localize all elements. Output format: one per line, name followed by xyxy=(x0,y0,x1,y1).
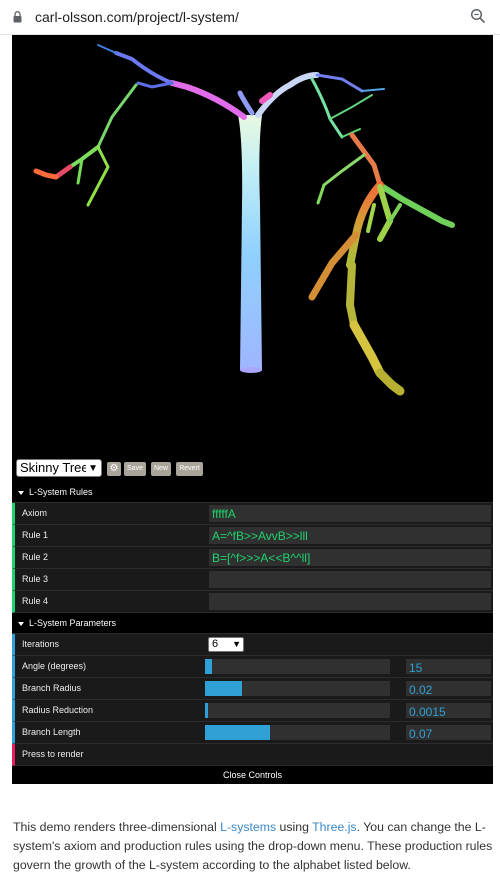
iterations-label: Iterations xyxy=(22,639,60,649)
branch-length-value-input[interactable]: 0.07 xyxy=(406,725,491,741)
rule-row-axiom: Axiom fffffA xyxy=(12,503,493,525)
branch-length-slider[interactable] xyxy=(205,725,390,740)
slider-fill xyxy=(205,725,270,740)
controls-panel: L-System Rules Axiom fffffA Rule 1 A=^fB… xyxy=(12,482,493,784)
browser-address-bar[interactable]: carl-olsson.com/project/l-system/ xyxy=(0,0,500,35)
preset-select[interactable]: Skinny Tree ▼ xyxy=(16,459,102,477)
threejs-link[interactable]: Three.js xyxy=(312,820,356,834)
preset-toolbar: Skinny Tree ▼ ⚙ Save New Revert xyxy=(12,455,493,482)
branch-radius-slider[interactable] xyxy=(205,681,390,696)
params-folder-label: L-System Parameters xyxy=(29,618,117,628)
param-label: Angle (degrees) xyxy=(22,661,87,671)
render-button-label: Press to render xyxy=(22,749,84,759)
rule-label: Rule 4 xyxy=(22,596,49,606)
rule-row-1: Rule 1 A=^fB>>AvvB>>lll xyxy=(12,525,493,547)
angle-slider[interactable] xyxy=(205,659,390,674)
l-system-tree-render xyxy=(33,44,455,396)
rules-folder-title[interactable]: L-System Rules xyxy=(12,482,493,503)
rule-row-4: Rule 4 xyxy=(12,591,493,613)
folder-toggle-icon xyxy=(18,490,24,495)
radius-reduction-slider[interactable] xyxy=(205,703,390,718)
param-label: Branch Radius xyxy=(22,683,82,693)
angle-row: Angle (degrees) 15 xyxy=(12,656,493,678)
rule-label: Rule 2 xyxy=(22,552,49,562)
rule-4-input[interactable] xyxy=(209,593,491,610)
l-systems-link[interactable]: L-systems xyxy=(220,820,276,834)
rules-folder-label: L-System Rules xyxy=(29,487,93,497)
description-paragraph: This demo renders three-dimensional L-sy… xyxy=(13,818,493,875)
render-button[interactable]: Press to render xyxy=(12,744,493,766)
angle-value-input[interactable]: 15 xyxy=(406,659,491,675)
iterations-row: Iterations 6 ▼ xyxy=(12,634,493,656)
param-label: Branch Length xyxy=(22,727,81,737)
rule-3-input[interactable] xyxy=(209,571,491,588)
lock-icon xyxy=(13,11,22,23)
slider-fill xyxy=(205,703,208,718)
revert-button[interactable]: Revert xyxy=(176,462,203,476)
rule-label: Rule 1 xyxy=(22,530,49,540)
params-folder-title[interactable]: L-System Parameters xyxy=(12,613,493,634)
param-label: Radius Reduction xyxy=(22,705,94,715)
rule-row-3: Rule 3 xyxy=(12,569,493,591)
slider-fill xyxy=(205,681,242,696)
rule-2-input[interactable]: B=[^f>>>A<<B^^ll] xyxy=(209,549,491,566)
radius-reduction-value-input[interactable]: 0.0015 xyxy=(406,703,491,719)
render-canvas[interactable] xyxy=(12,35,493,455)
rule-row-2: Rule 2 B=[^f>>>A<<B^^ll] xyxy=(12,547,493,569)
url-text[interactable]: carl-olsson.com/project/l-system/ xyxy=(35,9,239,25)
zoom-icon[interactable] xyxy=(470,8,486,24)
rule-label: Rule 3 xyxy=(22,574,49,584)
chevron-down-icon: ▼ xyxy=(86,461,98,476)
rule-1-input[interactable]: A=^fB>>AvvB>>lll xyxy=(209,527,491,544)
iterations-select[interactable]: 6 ▼ xyxy=(208,637,244,652)
radius-reduction-row: Radius Reduction 0.0015 xyxy=(12,700,493,722)
preset-select-value: Skinny Tree xyxy=(20,460,89,475)
branch-radius-value-input[interactable]: 0.02 xyxy=(406,681,491,697)
close-controls-button[interactable]: Close Controls xyxy=(12,766,493,784)
new-button[interactable]: New xyxy=(151,462,171,476)
axiom-input[interactable]: fffffA xyxy=(209,505,491,522)
slider-fill xyxy=(205,659,213,674)
branch-radius-row: Branch Radius 0.02 xyxy=(12,678,493,700)
description-text: This demo renders three-dimensional xyxy=(13,820,221,835)
branch-length-row: Branch Length 0.07 xyxy=(12,722,493,744)
iterations-select-value: 6 xyxy=(212,638,219,650)
tree-trunk xyxy=(238,115,262,373)
rule-label: Axiom xyxy=(22,508,48,518)
gear-icon[interactable]: ⚙ xyxy=(107,462,121,476)
description-text: using xyxy=(276,820,313,835)
folder-toggle-icon xyxy=(18,621,24,626)
save-button[interactable]: Save xyxy=(124,462,146,476)
chevron-down-icon: ▼ xyxy=(232,639,241,649)
